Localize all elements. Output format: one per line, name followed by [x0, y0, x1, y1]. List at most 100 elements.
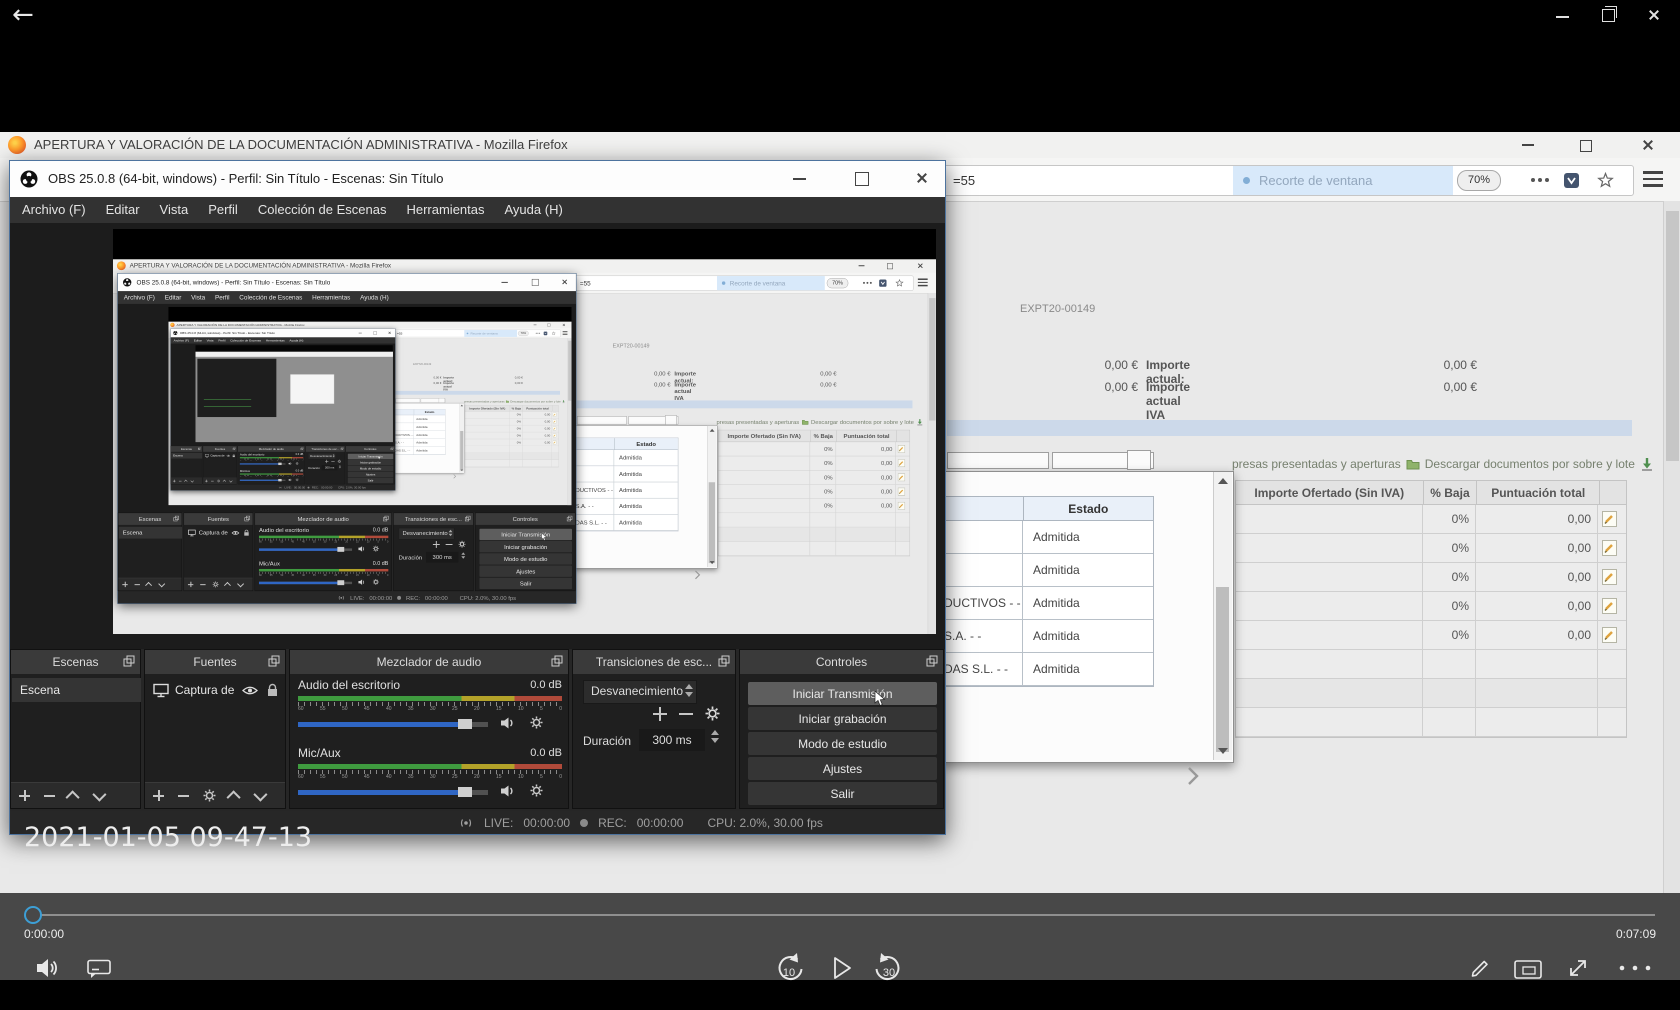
visibility-eye-icon[interactable] — [242, 685, 258, 696]
obs-control-button[interactable]: Ajustes — [748, 757, 937, 780]
edit-row-icon[interactable] — [553, 441, 557, 445]
gear-icon[interactable] — [338, 460, 342, 464]
obs-menu-item[interactable]: Archivo (F) — [22, 197, 86, 223]
gear-icon[interactable] — [530, 716, 543, 729]
scroll-up-icon[interactable] — [710, 429, 715, 432]
transition-select[interactable]: Desvanecimiento — [583, 680, 697, 704]
add-icon[interactable] — [205, 480, 208, 483]
popout-icon[interactable] — [926, 655, 938, 667]
obs-control-button[interactable]: Iniciar Transmisión — [748, 682, 937, 705]
gear-icon[interactable] — [296, 462, 299, 465]
transition-select[interactable]: Desvanecimiento — [308, 453, 335, 459]
app-close-button[interactable] — [1648, 9, 1662, 23]
obs-control-button[interactable]: Ajustes — [348, 472, 393, 478]
zoom-level-badge[interactable]: 70% — [518, 331, 529, 336]
extension-shield-icon[interactable] — [879, 279, 887, 287]
select-spinner-icon[interactable] — [449, 530, 453, 536]
download-icon[interactable] — [916, 419, 923, 426]
edit-row-icon[interactable] — [1602, 569, 1617, 585]
obs-close-button[interactable] — [388, 331, 391, 334]
duration-input[interactable]: 300 ms — [322, 465, 338, 470]
form-field[interactable] — [577, 416, 627, 424]
volume-slider-handle[interactable] — [337, 580, 344, 585]
extension-shield-icon[interactable] — [543, 331, 547, 335]
download-link[interactable]: Descargar documentos por sobre y lote — [510, 400, 560, 403]
add-icon[interactable] — [153, 790, 164, 801]
scroll-up-icon[interactable] — [1218, 478, 1228, 484]
obs-menu-item[interactable]: Perfil — [215, 291, 230, 304]
download-link[interactable]: Descargar documentos por sobre y lote — [811, 419, 914, 426]
add-icon[interactable] — [188, 582, 193, 587]
play-button[interactable] — [828, 955, 854, 981]
form-button[interactable] — [665, 415, 677, 425]
gear-icon[interactable] — [530, 784, 543, 797]
scene-item[interactable]: Escena — [12, 678, 141, 702]
obs-control-button[interactable]: Salir — [348, 478, 393, 484]
obs-menu-item[interactable]: Perfil — [208, 197, 238, 223]
visibility-eye-icon[interactable] — [232, 530, 240, 535]
edit-row-icon[interactable] — [898, 502, 905, 510]
gear-icon[interactable] — [373, 579, 379, 585]
page-scrollbar-thumb[interactable] — [568, 341, 571, 401]
gear-icon[interactable] — [203, 789, 216, 802]
edit-pencil-icon[interactable] — [1468, 956, 1492, 980]
scene-item[interactable]: Escena — [171, 453, 202, 459]
next-chevron-icon[interactable] — [453, 474, 456, 479]
obs-control-button[interactable]: Modo de estudio — [748, 732, 937, 755]
speaker-icon[interactable] — [288, 462, 292, 465]
edit-row-icon[interactable] — [553, 427, 557, 431]
remove-icon[interactable] — [178, 795, 189, 797]
popout-icon[interactable] — [567, 516, 573, 522]
skip-forward-30-icon[interactable]: 30 — [872, 953, 906, 983]
zoom-level-badge[interactable]: 70% — [827, 278, 849, 288]
scroll-down-icon[interactable] — [1218, 748, 1228, 754]
edit-row-icon[interactable] — [1602, 540, 1617, 556]
obs-menu-item[interactable]: Colección de Escenas — [258, 197, 387, 223]
move-down-icon[interactable] — [191, 479, 194, 482]
add-transition-icon[interactable] — [325, 460, 328, 463]
obs-close-button[interactable] — [562, 279, 568, 285]
obs-control-button[interactable]: Modo de estudio — [348, 466, 393, 472]
popout-icon[interactable] — [301, 447, 304, 450]
bookmark-star-icon[interactable] — [1597, 172, 1614, 189]
scrollbar-thumb[interactable] — [709, 482, 715, 563]
obs-menu-item[interactable]: Archivo (F) — [124, 291, 155, 304]
obs-menu-item[interactable]: Editar — [165, 291, 182, 304]
popout-icon[interactable] — [341, 447, 344, 450]
remove-icon[interactable] — [44, 795, 55, 797]
visibility-eye-icon[interactable] — [227, 454, 231, 457]
page-scrollbar[interactable] — [567, 338, 571, 505]
add-transition-icon[interactable] — [433, 541, 440, 548]
window-capture-chip[interactable]: Recorte de ventana — [717, 276, 825, 290]
scroll-up-icon[interactable] — [461, 405, 463, 406]
window-capture-chip[interactable]: Recorte de ventana — [1233, 166, 1453, 195]
zoom-level-badge[interactable]: 70% — [1457, 170, 1501, 191]
popout-icon[interactable] — [383, 516, 389, 522]
popout-icon[interactable] — [391, 447, 394, 450]
obs-control-button[interactable]: Ajustes — [479, 566, 572, 577]
page-scrollbar-thumb[interactable] — [1666, 211, 1679, 461]
move-down-icon[interactable] — [92, 787, 106, 801]
source-item[interactable]: Captura de — [185, 527, 254, 539]
firefox-minimize-button[interactable] — [859, 265, 865, 266]
scroll-down-icon[interactable] — [461, 470, 463, 471]
obs-menu-item[interactable]: Editar — [106, 197, 140, 223]
scroll-down-icon[interactable] — [710, 561, 715, 564]
popup-scrollbar[interactable] — [459, 403, 464, 472]
scrollbar-thumb[interactable] — [460, 431, 463, 471]
remove-transition-icon[interactable] — [679, 713, 693, 715]
source-item[interactable]: Captura de — [146, 678, 286, 702]
obs-menu-item[interactable]: Ayuda (H) — [360, 291, 389, 304]
volume-slider-handle[interactable] — [337, 547, 344, 552]
speaker-icon[interactable] — [288, 478, 292, 481]
gear-icon[interactable] — [212, 581, 218, 587]
form-field[interactable] — [947, 452, 1049, 469]
move-up-icon[interactable] — [223, 480, 226, 483]
fullscreen-icon[interactable] — [1566, 956, 1590, 980]
remove-icon[interactable] — [200, 584, 205, 585]
download-link[interactable]: Descargar documentos por sobre y lote — [1425, 457, 1635, 471]
speaker-icon[interactable] — [500, 784, 516, 798]
obs-menu-item[interactable]: Vista — [191, 291, 205, 304]
obs-control-button[interactable]: Iniciar Transmisión — [348, 454, 393, 460]
seek-knob[interactable] — [24, 906, 42, 924]
